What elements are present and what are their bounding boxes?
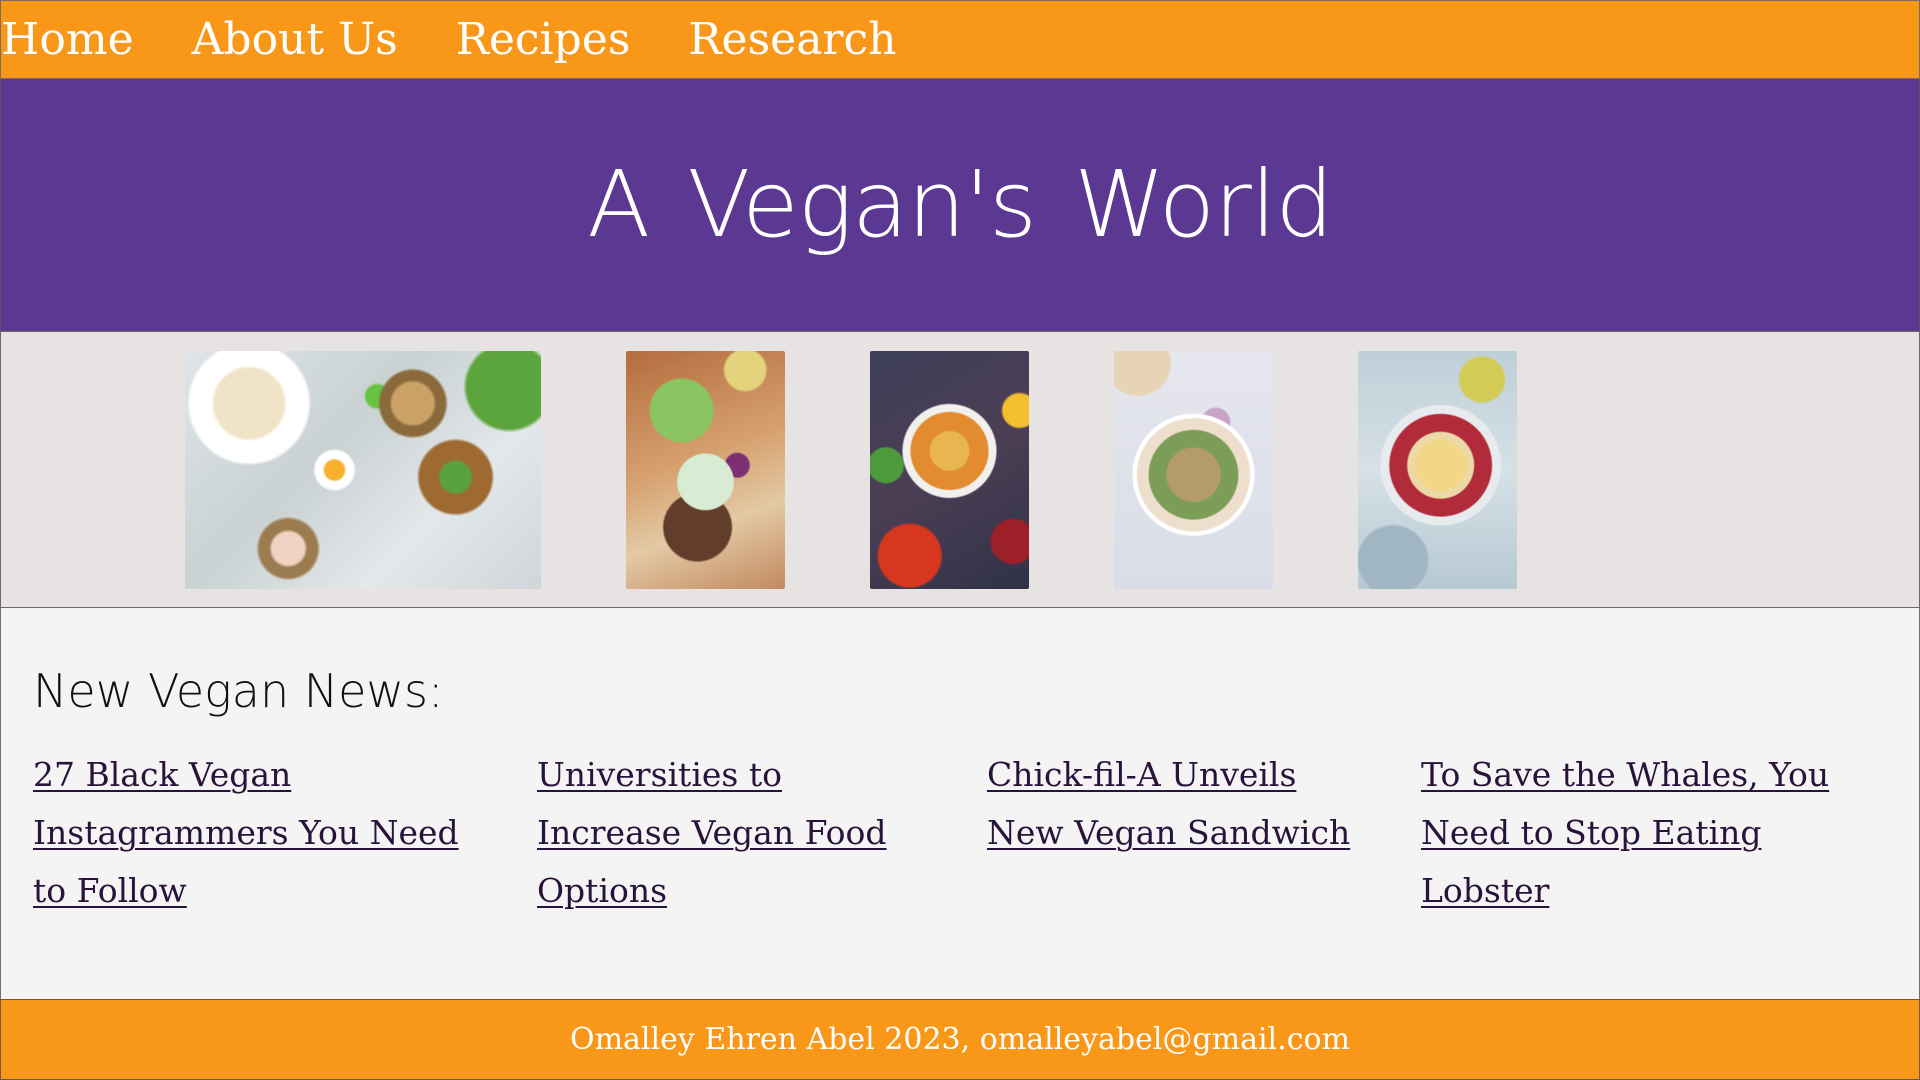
hummus-plate-photo bbox=[1358, 351, 1517, 589]
fresh-spring-rolls-photo bbox=[626, 351, 785, 589]
vegan-news-section: New Vegan News: 27 Black Vegan Instagram… bbox=[0, 608, 1920, 999]
news-link-chick-fil-a-vegan-sandwich[interactable]: Chick-fil-A Unveils New Vegan Sandwich bbox=[987, 746, 1377, 862]
site-footer: Omalley Ehren Abel 2023, omalleyabel@gma… bbox=[0, 999, 1920, 1080]
top-navigation: Home About Us Recipes Research bbox=[0, 0, 1920, 79]
vegan-bowl-photo bbox=[1114, 351, 1273, 589]
news-heading: New Vegan News: bbox=[33, 664, 444, 718]
nav-recipes-link[interactable]: Recipes bbox=[456, 17, 631, 62]
vegan-meal-spread-photo bbox=[185, 351, 541, 589]
news-link-save-whales-lobster[interactable]: To Save the Whales, You Need to Stop Eat… bbox=[1421, 746, 1841, 920]
footer-contact-text: Omalley Ehren Abel 2023, omalleyabel@gma… bbox=[570, 1022, 1350, 1057]
pumpkin-soup-photo bbox=[870, 351, 1029, 589]
food-gallery bbox=[0, 331, 1920, 608]
nav-home-link[interactable]: Home bbox=[1, 17, 134, 62]
news-link-black-vegan-instagrammers[interactable]: 27 Black Vegan Instagrammers You Need to… bbox=[33, 746, 463, 920]
news-link-university-vegan-options[interactable]: Universities to Increase Vegan Food Opti… bbox=[537, 746, 932, 920]
nav-about-us-link[interactable]: About Us bbox=[192, 17, 398, 62]
page-title: A Vegan's World bbox=[587, 151, 1334, 258]
nav-research-link[interactable]: Research bbox=[688, 17, 896, 62]
site-header: A Vegan's World bbox=[0, 79, 1920, 331]
